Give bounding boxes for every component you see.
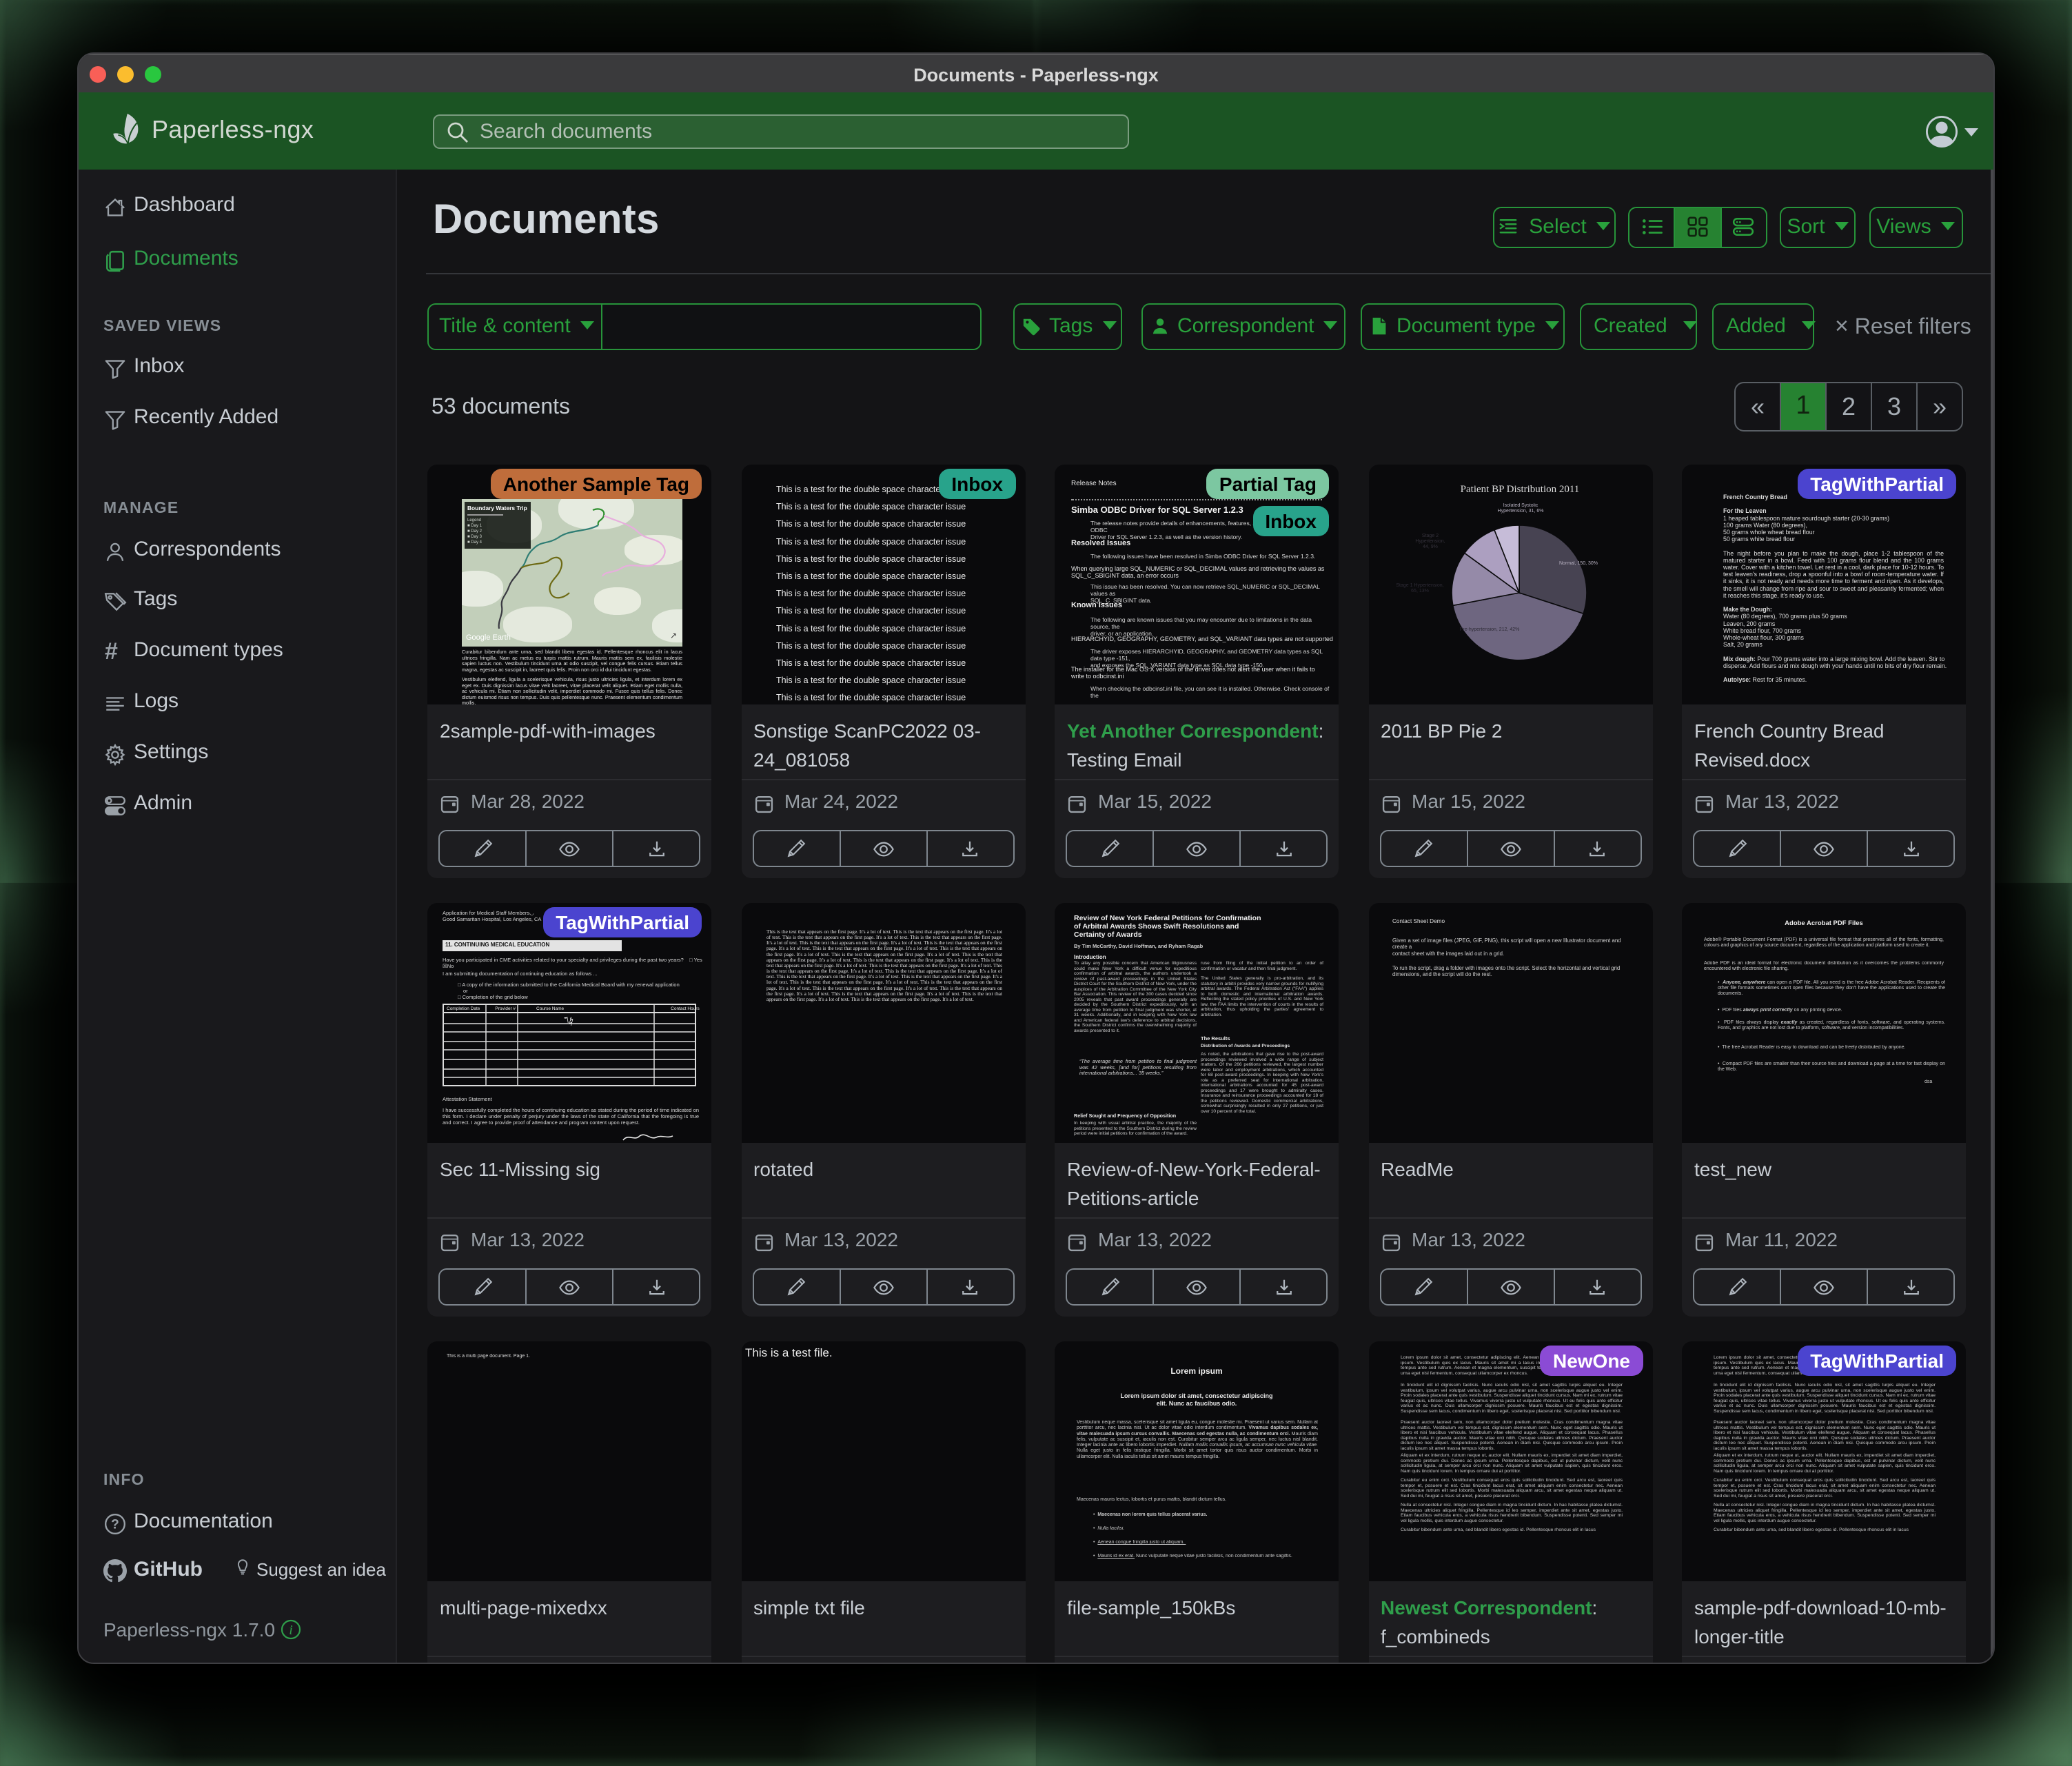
- svg-text:?: ?: [111, 1516, 119, 1531]
- svg-text:i: i: [289, 1623, 293, 1638]
